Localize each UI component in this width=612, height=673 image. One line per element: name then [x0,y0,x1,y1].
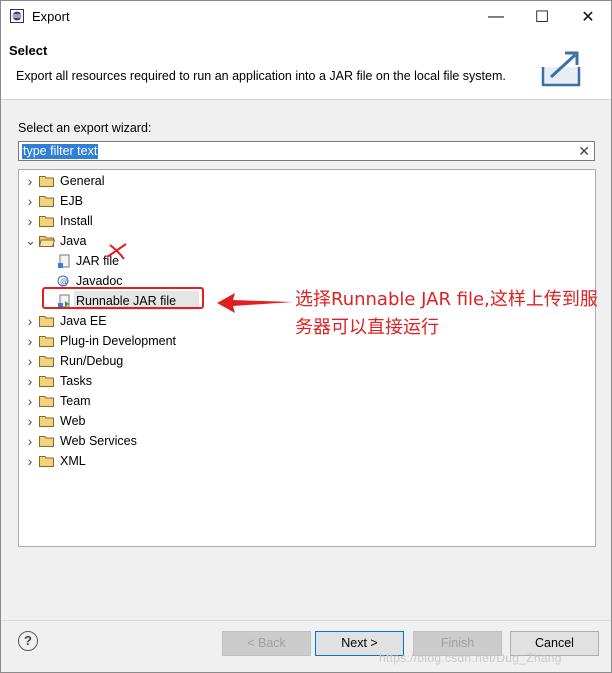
page-description: Export all resources required to run an … [16,69,506,83]
annotation-text: 选择Runnable JAR file,这样上传到服务器可以直接运行 [295,289,598,338]
chevron-right-icon[interactable]: › [25,331,35,351]
tree-item[interactable]: › EJB [19,191,589,211]
wizard-header: Select Export all resources required to … [1,33,611,100]
annotation-cross-mark-icon [106,243,127,260]
filter-text: type filter text [22,144,99,159]
tree-item[interactable]: › Web [19,411,589,431]
wizard-tree[interactable]: › General › EJB › Install ⌄ Java JAR file @ Javado… [18,169,596,547]
tree-item-label: Plug-in Development [60,334,177,348]
tree-item[interactable]: › Team [19,391,589,411]
tree-item-label: Team [60,394,91,408]
filter-input[interactable]: type filter text ✕ [18,141,595,161]
folder-icon [39,436,54,447]
export-banner-icon [541,51,581,87]
jar-file-icon [58,254,70,268]
folder-icon [39,216,54,227]
tree-item-label: General [60,174,105,188]
chevron-right-icon[interactable]: › [25,191,35,211]
chevron-right-icon[interactable]: › [25,451,35,471]
minimize-button[interactable]: — [473,1,519,33]
tree-item-label: Web Services [60,434,137,448]
folder-icon [39,376,54,387]
folder-icon [39,416,54,427]
maximize-icon: ☐ [534,9,550,26]
folder-icon [39,316,54,327]
annotation-arrow-icon [217,293,293,313]
folder-icon [39,356,54,367]
chevron-down-icon[interactable]: ⌄ [25,231,36,251]
folder-icon [39,196,54,207]
close-button[interactable]: ✕ [565,1,611,33]
chevron-right-icon[interactable]: › [25,211,35,231]
chevron-right-icon[interactable]: › [25,351,35,371]
wizard-label: Select an export wizard: [18,121,152,135]
tree-item-label: Web [60,414,86,428]
window-title: Export [32,9,70,24]
folder-open-icon [39,236,55,247]
close-icon: ✕ [581,9,595,26]
maximize-button[interactable]: ☐ [519,1,565,33]
chevron-right-icon[interactable]: › [25,431,35,451]
tree-item[interactable]: › Run/Debug [19,351,589,371]
back-button[interactable]: < Back [222,631,311,656]
tree-item[interactable]: › XML [19,451,589,471]
tree-item[interactable]: › General [19,171,589,191]
page-title: Select [9,43,48,58]
svg-text:@: @ [60,277,68,286]
minimize-icon: — [488,8,504,25]
export-dialog: Export — ☐ ✕ Select Export all resources… [0,0,612,673]
tree-item-label: Java EE [60,314,107,328]
tree-item[interactable]: › Install [19,211,589,231]
help-button[interactable]: ? [18,631,38,651]
tree-item-label: XML [60,454,86,468]
folder-icon [39,396,54,407]
tree-item-label: Tasks [60,374,92,388]
folder-icon [39,456,54,467]
tree-item[interactable]: › Web Services [19,431,589,451]
tree-item-label: EJB [60,194,83,208]
footer-divider [1,620,611,621]
chevron-right-icon[interactable]: › [25,371,35,391]
folder-icon [39,336,54,347]
chevron-right-icon[interactable]: › [25,311,35,331]
title-bar: Export — ☐ ✕ [1,1,611,33]
chevron-right-icon[interactable]: › [25,391,35,411]
watermark: https://blog.csdn.net/Dug_Zhang [379,651,562,665]
tree-item-label: Install [60,214,93,228]
tree-item-label: Java [60,234,87,248]
eclipse-app-icon [10,9,24,23]
chevron-right-icon[interactable]: › [25,411,35,431]
chevron-right-icon[interactable]: › [25,171,35,191]
clear-filter-icon[interactable]: ✕ [578,143,590,160]
tree-item[interactable]: › Tasks [19,371,589,391]
tree-item-label: Run/Debug [60,354,124,368]
folder-icon [39,176,54,187]
annotation-highlight-box [42,287,204,309]
